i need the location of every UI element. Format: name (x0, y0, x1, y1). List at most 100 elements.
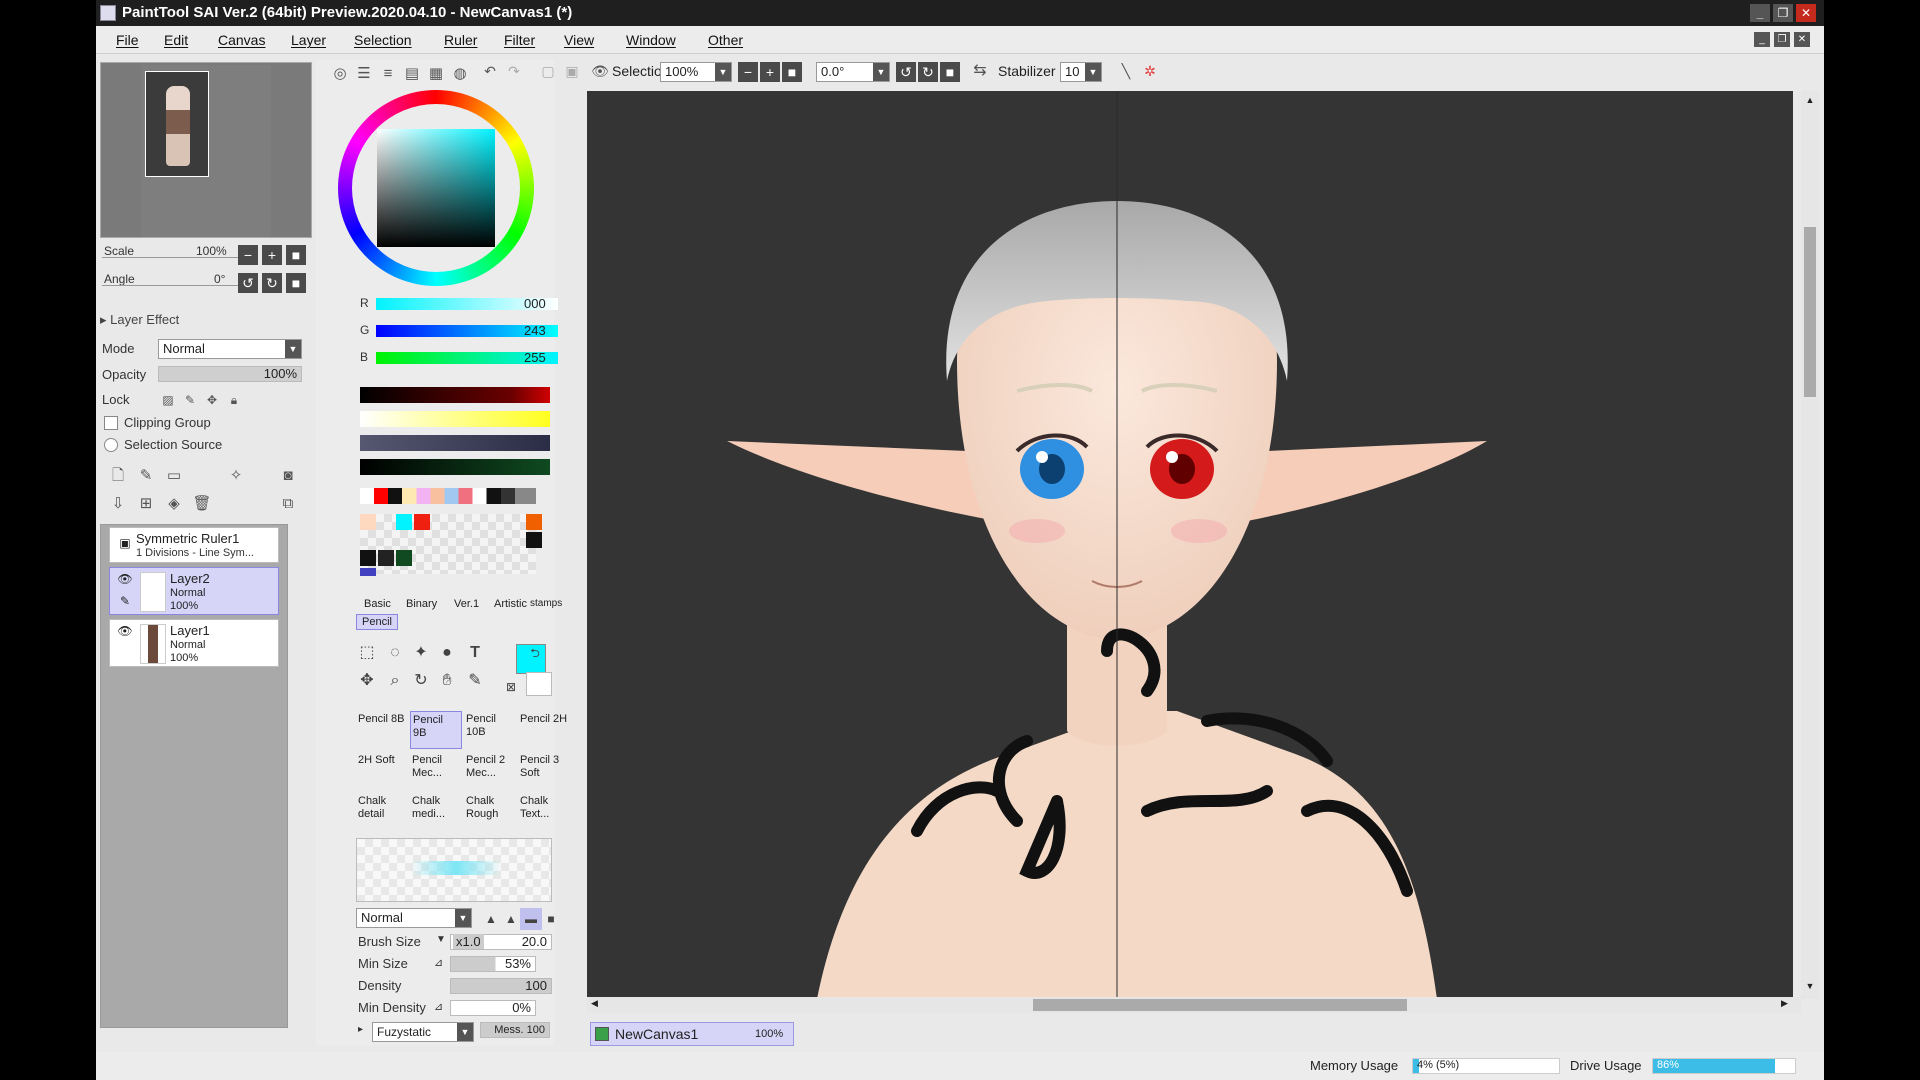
layer-effect-toggle[interactable]: ▸ Layer Effect (100, 312, 179, 328)
brush-shape-3-icon[interactable]: ▬ (520, 908, 542, 930)
menu-view[interactable]: View (564, 32, 594, 48)
maximize-button[interactable]: ❐ (1773, 4, 1793, 22)
visibility-eye-icon[interactable]: 👁︎ (116, 572, 134, 590)
mdi-restore-button[interactable]: ❐ (1774, 32, 1790, 47)
trash-icon[interactable]: 🗑︎ (192, 494, 212, 514)
zoom-out-button[interactable]: − (738, 62, 758, 82)
brush-blend-select[interactable]: Normal ▼ (356, 908, 472, 928)
zoom-fit-button[interactable]: ■ (782, 62, 802, 82)
rgb-slider-mode-icon[interactable]: ☰ (354, 64, 374, 84)
color-wheel-mode-icon[interactable]: ◎ (330, 64, 350, 84)
zoom-in-button[interactable]: + (262, 245, 282, 265)
merge-down-icon[interactable]: ⊞ (136, 494, 156, 514)
horizontal-scrollbar[interactable]: ◀ ▶ (587, 997, 1801, 1013)
menu-other[interactable]: Other (708, 32, 743, 48)
brush-size-slider[interactable]: x1.0 20.0 (450, 934, 552, 950)
brush-tab-stamps[interactable]: stamps (530, 598, 562, 609)
flip-horizontal-icon[interactable]: ⇆ (970, 61, 990, 81)
drawing-canvas[interactable] (587, 91, 1793, 999)
canvas-tab[interactable]: NewCanvas1 100% (590, 1022, 794, 1046)
mdi-close-button[interactable]: ✕ (1794, 32, 1810, 47)
hand-tool-icon[interactable]: ✋︎ (436, 670, 458, 692)
navigator-thumbnail[interactable] (145, 71, 209, 177)
lock-transparency-icon[interactable]: ▨ (158, 390, 178, 410)
brush-2h-soft[interactable]: 2H Soft (356, 752, 408, 790)
rotate-tool-icon[interactable]: ↻ (410, 670, 432, 692)
clear-layer-icon[interactable]: ◈ (164, 494, 184, 514)
slate-gradient-bar[interactable] (360, 435, 550, 451)
mask-icon[interactable]: ◙ (278, 466, 298, 486)
brush-chalk-rough[interactable]: Chalk Rough (464, 793, 516, 831)
zoom-tool-icon[interactable]: ⌕ (384, 670, 406, 692)
swatch-palette-grid[interactable] (360, 514, 542, 576)
clipping-group-checkbox[interactable] (104, 416, 118, 430)
brush-group-pencil-tab[interactable]: Pencil (356, 614, 398, 630)
brush-tab-artistic[interactable]: Artistic (494, 598, 527, 610)
green-gradient-bar[interactable] (360, 459, 550, 475)
menu-layer[interactable]: Layer (291, 32, 326, 48)
saturation-value-square[interactable] (377, 129, 495, 247)
opacity-slider[interactable]: 100% (158, 366, 302, 382)
menu-edit[interactable]: Edit (164, 32, 188, 48)
rotate-reset-button[interactable]: ■ (286, 273, 306, 293)
move-tool-icon[interactable]: ✥ (356, 670, 378, 692)
duplicate-layer-icon[interactable]: ⧉ (278, 494, 298, 514)
brush-chalk-text[interactable]: Chalk Text... (518, 793, 570, 831)
min-density-slider[interactable]: 0% (450, 1000, 536, 1016)
navigator-panel[interactable] (100, 62, 312, 238)
brush-pencil-8b[interactable]: Pencil 8B (356, 711, 408, 749)
color-swatch-row[interactable] (360, 488, 536, 504)
new-linework-layer-icon[interactable]: ✎ (136, 466, 156, 486)
brush-pencil-2h[interactable]: Pencil 2H (518, 711, 570, 749)
blend-mode-select[interactable]: Normal ▼ (158, 339, 302, 359)
symmetry-icon[interactable]: ✲ (1140, 61, 1160, 81)
yellow-gradient-bar[interactable] (360, 411, 550, 427)
layer-row-layer1[interactable]: 👁︎ Layer1 Normal 100% (109, 619, 279, 667)
scroll-up-icon[interactable]: ▲ (1803, 95, 1817, 109)
eye-icon[interactable]: 👁︎ (590, 61, 610, 81)
rotation-select[interactable]: 0.0° ▼ (816, 62, 890, 82)
scratchpad-mode-icon[interactable]: ◍ (450, 64, 470, 84)
zoom-select[interactable]: 100% ▼ (660, 62, 732, 82)
rotate-right-button[interactable]: ↻ (918, 62, 938, 82)
layer-effect-icon[interactable]: ✧ (226, 466, 246, 486)
selection-source-radio[interactable] (104, 438, 118, 452)
stabilizer-select[interactable]: 10 ▼ (1060, 62, 1102, 82)
eyedropper-icon[interactable]: ✎ (464, 670, 486, 692)
magic-wand-icon[interactable]: ✦ (410, 642, 432, 664)
new-folder-icon[interactable]: ▭ (164, 466, 184, 486)
red-gradient-bar[interactable] (360, 387, 550, 403)
invert-selection-icon[interactable]: ▣ (562, 61, 582, 81)
brush-size-dropdown-icon[interactable]: ▼ (436, 934, 446, 945)
layer-row-layer2[interactable]: 👁︎ ✎ Layer2 Normal 100% (109, 567, 279, 615)
secondary-color-swatch[interactable] (526, 672, 552, 696)
close-button[interactable]: ✕ (1796, 4, 1816, 22)
min-size-slider[interactable]: 53% (450, 956, 536, 972)
deselect-icon[interactable]: ▢ (538, 61, 558, 81)
mdi-minimize-button[interactable]: _ (1754, 32, 1770, 47)
new-layer-icon[interactable]: 🗋︎ (108, 466, 128, 486)
scroll-left-icon[interactable]: ◀ (591, 998, 605, 1012)
transfer-down-icon[interactable]: ⇩ (108, 494, 128, 514)
brush-pencil-mec[interactable]: Pencil Mec... (410, 752, 462, 790)
shape-icon[interactable]: ● (436, 642, 458, 664)
edit-pen-icon[interactable]: ✎ (116, 594, 134, 612)
swatch-grid-mode-icon[interactable]: ▦ (426, 64, 446, 84)
swap-colors-icon[interactable]: ⮌ (524, 642, 546, 664)
minimize-button[interactable]: _ (1750, 4, 1770, 22)
layer-row-symmetric-ruler[interactable]: ▣ Symmetric Ruler1 1 Divisions - Line Sy… (109, 527, 279, 563)
zoom-out-button[interactable]: − (238, 245, 258, 265)
brush-tab-ver1[interactable]: Ver.1 (454, 598, 479, 610)
visibility-eye-icon[interactable]: 👁︎ (116, 624, 134, 642)
scroll-right-icon[interactable]: ▶ (1781, 998, 1795, 1012)
brush-tab-binary[interactable]: Binary (406, 598, 437, 610)
menu-window[interactable]: Window (626, 32, 676, 48)
text-tool-icon[interactable]: T (464, 642, 486, 664)
rotate-right-button[interactable]: ↻ (262, 273, 282, 293)
brush-chalk-detail[interactable]: Chalk detail (356, 793, 408, 831)
lock-all-icon[interactable]: 🔒︎ (224, 390, 244, 410)
redo-icon[interactable]: ↷ (504, 61, 524, 81)
zoom-in-button[interactable]: + (760, 62, 780, 82)
brush-shape-4-icon[interactable]: ■ (540, 908, 562, 930)
brush-shape-2-icon[interactable]: ▲ (500, 908, 522, 930)
